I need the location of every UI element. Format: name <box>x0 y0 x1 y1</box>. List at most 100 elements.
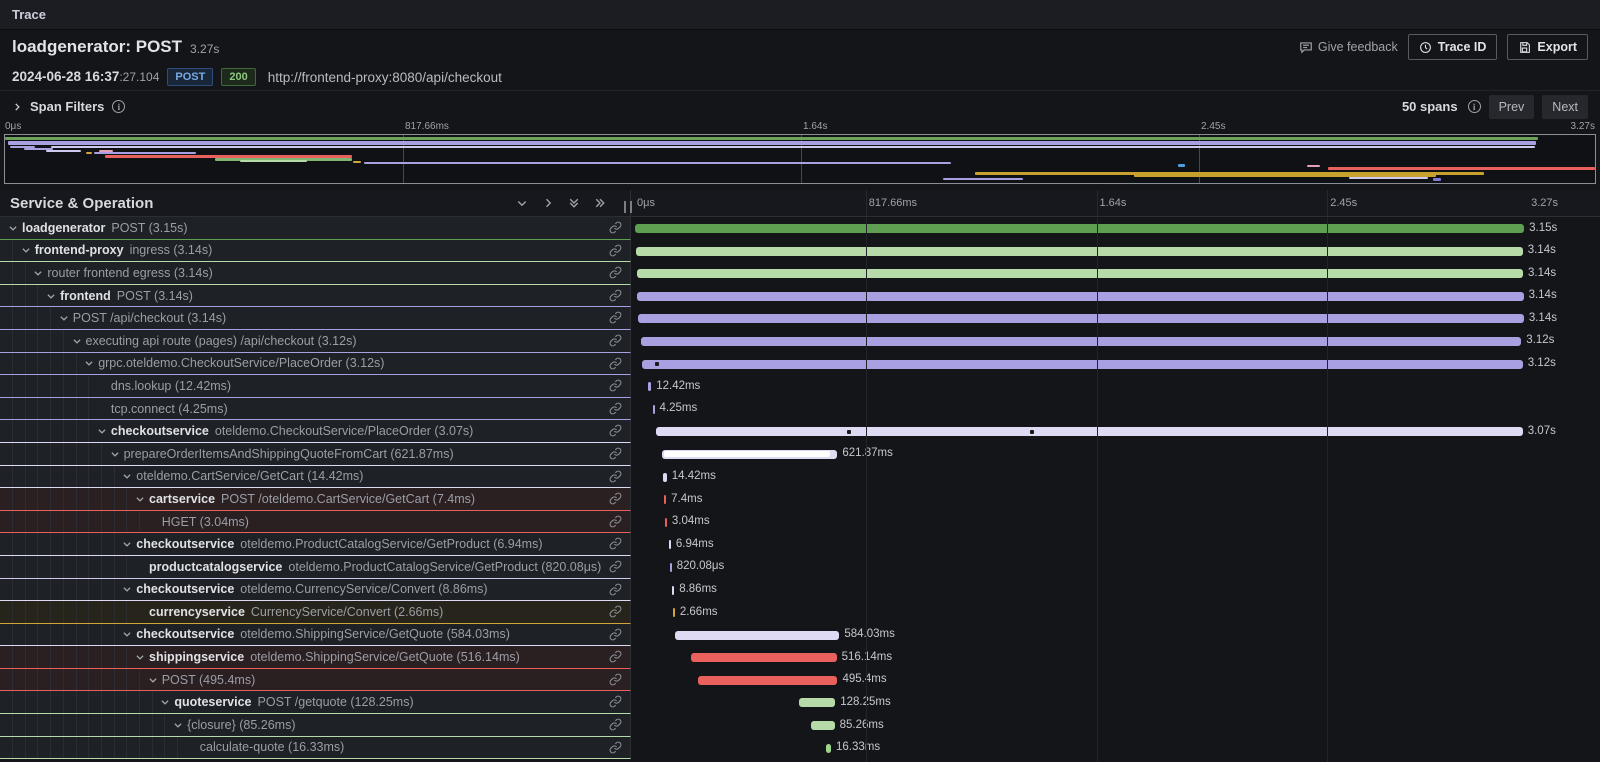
expand-all-icon[interactable] <box>594 197 606 209</box>
span-bar[interactable] <box>665 518 667 527</box>
span-link-icon[interactable] <box>609 311 622 329</box>
chevron-down-icon[interactable] <box>122 584 136 594</box>
span-timeline-row[interactable]: 3.14s <box>631 262 1600 285</box>
span-link-icon[interactable] <box>609 447 622 465</box>
span-timeline-row[interactable]: 16.33ms <box>631 737 1600 760</box>
span-row[interactable]: oteldemo.CartService/GetCart (14.42ms) <box>0 466 631 489</box>
span-row[interactable]: tcp.connect (4.25ms) <box>0 398 631 421</box>
chevron-down-icon[interactable] <box>135 494 149 504</box>
chevron-down-icon[interactable] <box>59 313 73 323</box>
span-timeline-row[interactable]: 85.26ms <box>631 714 1600 737</box>
span-timeline-row[interactable]: 3.15s <box>631 217 1600 240</box>
span-link-icon[interactable] <box>609 560 622 578</box>
span-bar[interactable] <box>664 495 666 504</box>
span-bar[interactable] <box>636 247 1522 256</box>
collapse-all-icon[interactable] <box>568 197 580 209</box>
span-row[interactable]: checkoutserviceoteldemo.CheckoutService/… <box>0 420 631 443</box>
span-timeline-row[interactable]: 3.04ms <box>631 511 1600 534</box>
span-row[interactable]: dns.lookup (12.42ms) <box>0 375 631 398</box>
span-link-icon[interactable] <box>609 583 622 601</box>
span-timeline-row[interactable]: 3.12s <box>631 353 1600 376</box>
span-bar[interactable] <box>648 382 652 391</box>
chevron-down-icon[interactable] <box>84 358 98 368</box>
next-button[interactable]: Next <box>1542 95 1588 119</box>
span-timeline-row[interactable]: 14.42ms <box>631 466 1600 489</box>
span-bar[interactable] <box>673 608 675 617</box>
span-row[interactable]: checkoutserviceoteldemo.CurrencyService/… <box>0 579 631 602</box>
span-link-icon[interactable] <box>609 492 622 510</box>
span-bar[interactable] <box>675 631 840 640</box>
chevron-down-icon[interactable] <box>72 336 86 346</box>
span-timeline-row[interactable]: 4.25ms <box>631 398 1600 421</box>
span-timeline-row[interactable]: 495.4ms <box>631 669 1600 692</box>
span-bar[interactable] <box>662 450 838 459</box>
span-link-icon[interactable] <box>609 402 622 420</box>
span-link-icon[interactable] <box>609 650 622 668</box>
span-link-icon[interactable] <box>609 289 622 307</box>
chevron-down-icon[interactable] <box>135 652 149 662</box>
span-timeline-row[interactable]: 6.94ms <box>631 533 1600 556</box>
span-bar[interactable] <box>669 540 671 549</box>
span-timeline-row[interactable]: 3.14s <box>631 285 1600 308</box>
span-link-icon[interactable] <box>609 605 622 623</box>
span-bar[interactable] <box>799 698 835 707</box>
span-row[interactable]: POST /api/checkout (3.14s) <box>0 307 631 330</box>
span-row[interactable]: loadgeneratorPOST (3.15s) <box>0 217 631 240</box>
span-link-icon[interactable] <box>609 718 622 736</box>
span-row[interactable]: frontend-proxyingress (3.14s) <box>0 240 631 263</box>
span-timeline-row[interactable]: 516.14ms <box>631 646 1600 669</box>
span-link-icon[interactable] <box>609 379 622 397</box>
span-link-icon[interactable] <box>609 628 622 646</box>
span-link-icon[interactable] <box>609 741 622 759</box>
span-row[interactable]: cartservicePOST /oteldemo.CartService/Ge… <box>0 488 631 511</box>
chevron-down-icon[interactable] <box>160 697 174 707</box>
span-link-icon[interactable] <box>609 357 622 375</box>
span-timeline-row[interactable]: 7.4ms <box>631 488 1600 511</box>
span-timeline-row[interactable]: 584.03ms <box>631 624 1600 647</box>
chevron-down-icon[interactable] <box>122 471 136 481</box>
span-row[interactable]: calculate-quote (16.33ms) <box>0 737 631 760</box>
chevron-down-icon[interactable] <box>21 245 35 255</box>
span-timeline-row[interactable]: 12.42ms <box>631 375 1600 398</box>
span-row[interactable]: HGET (3.04ms) <box>0 511 631 534</box>
span-timeline-row[interactable]: 8.86ms <box>631 579 1600 602</box>
span-bar[interactable] <box>656 427 1523 436</box>
trace-minimap[interactable] <box>4 134 1596 184</box>
span-bar[interactable] <box>637 269 1523 278</box>
span-row[interactable]: executing api route (pages) /api/checkou… <box>0 330 631 353</box>
chevron-down-icon[interactable] <box>122 629 136 639</box>
span-row[interactable]: {closure} (85.26ms) <box>0 714 631 737</box>
span-row[interactable]: currencyserviceCurrencyService/Convert (… <box>0 601 631 624</box>
span-bar[interactable] <box>691 653 837 662</box>
span-bar[interactable] <box>641 337 1522 346</box>
span-timeline-row[interactable]: 3.07s <box>631 420 1600 443</box>
chevron-down-icon[interactable] <box>46 291 60 301</box>
span-row[interactable]: productcatalogserviceoteldemo.ProductCat… <box>0 556 631 579</box>
chevron-down-icon[interactable] <box>33 268 47 278</box>
span-row[interactable]: grpc.oteldemo.CheckoutService/PlaceOrder… <box>0 353 631 376</box>
span-timeline-row[interactable]: 3.14s <box>631 307 1600 330</box>
chevron-down-icon[interactable] <box>8 223 22 233</box>
span-bar[interactable] <box>811 721 835 730</box>
span-link-icon[interactable] <box>609 221 622 239</box>
span-row[interactable]: quoteservicePOST /getquote (128.25ms) <box>0 691 631 714</box>
span-row[interactable]: shippingserviceoteldemo.ShippingService/… <box>0 646 631 669</box>
chevron-down-icon[interactable] <box>122 539 136 549</box>
span-link-icon[interactable] <box>609 334 622 352</box>
export-button[interactable]: Export <box>1507 34 1588 60</box>
span-row[interactable]: prepareOrderItemsAndShippingQuoteFromCar… <box>0 443 631 466</box>
span-bar[interactable] <box>642 360 1523 369</box>
span-link-icon[interactable] <box>609 515 622 533</box>
span-bar[interactable] <box>670 563 672 572</box>
span-row[interactable]: POST (495.4ms) <box>0 669 631 692</box>
span-timeline-row[interactable]: 3.12s <box>631 330 1600 353</box>
span-bar[interactable] <box>638 314 1524 323</box>
prev-button[interactable]: Prev <box>1489 95 1535 119</box>
span-filters-toggle[interactable]: Span Filters i <box>12 99 125 114</box>
span-bar[interactable] <box>826 744 831 753</box>
trace-id-button[interactable]: Trace ID <box>1408 34 1498 60</box>
span-link-icon[interactable] <box>609 470 622 488</box>
span-timeline-row[interactable]: 128.25ms <box>631 691 1600 714</box>
collapse-one-icon[interactable] <box>516 197 528 209</box>
span-link-icon[interactable] <box>609 424 622 442</box>
